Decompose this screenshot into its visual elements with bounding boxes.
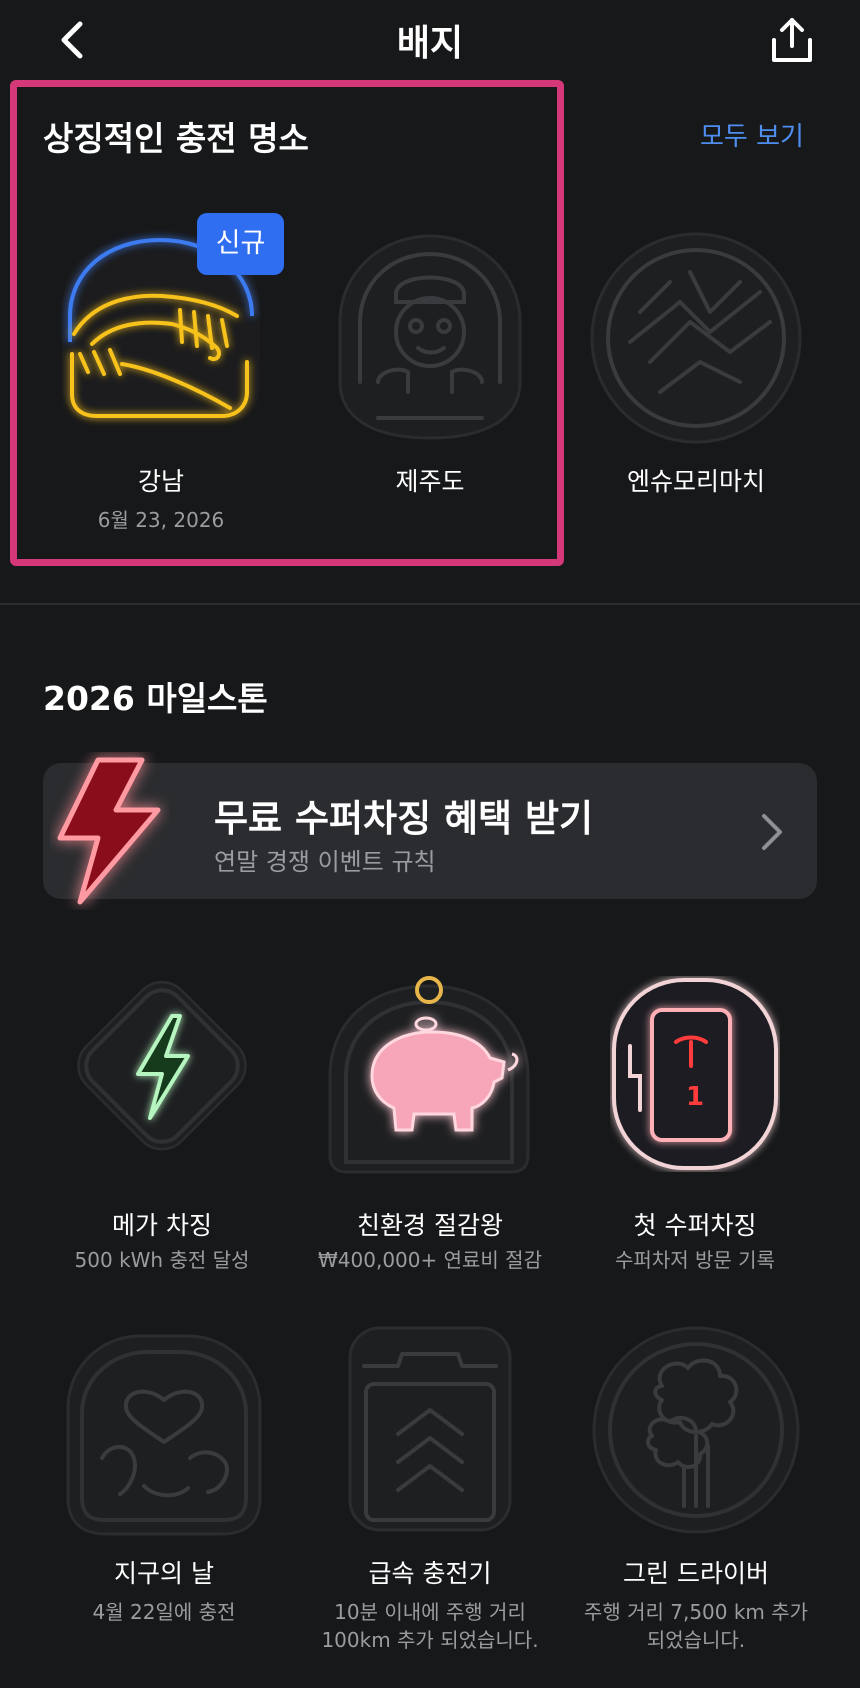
badge-label: 지구의 날 bbox=[114, 1559, 214, 1588]
piggy-bank-icon bbox=[328, 976, 530, 1174]
badge-label: 친환경 절감왕 bbox=[357, 1211, 503, 1240]
badge-desc: 주행 거리 7,500 km 추가 되었습니다. bbox=[583, 1600, 809, 1652]
badge-desc: 10분 이내에 주행 거리 100km 추가 되었습니다. bbox=[321, 1600, 539, 1652]
paper-crane-icon bbox=[590, 232, 802, 444]
badge-desc: 수퍼차저 방문 기록 bbox=[615, 1248, 775, 1272]
badge-label: 첫 수퍼차징 bbox=[633, 1211, 757, 1240]
promo-title: 무료 수퍼차징 혜택 받기 bbox=[214, 797, 594, 840]
milestones-section-title: 2026 마일스톤 bbox=[43, 679, 268, 718]
page-title: 배지 bbox=[396, 23, 464, 64]
dol-hareubang-icon bbox=[338, 234, 522, 440]
badge-label: 제주도 bbox=[395, 467, 465, 496]
badge-eco-saver[interactable] bbox=[322, 966, 536, 1176]
badge-jeju[interactable] bbox=[338, 232, 522, 442]
badge-first-supercharging[interactable]: 1 bbox=[610, 976, 780, 1172]
badge-number: 1 bbox=[685, 1082, 705, 1112]
supercharger-icon bbox=[612, 978, 778, 1170]
badge-fast-charger[interactable] bbox=[346, 1324, 514, 1534]
chevron-right-icon bbox=[762, 814, 782, 850]
promo-subtitle: 연말 경쟁 이벤트 규칙 bbox=[214, 848, 436, 876]
lightning-icon bbox=[57, 757, 161, 905]
badge-desc: 4월 22일에 충전 bbox=[92, 1600, 236, 1624]
badge-desc: 500 kWh 충전 달성 bbox=[74, 1248, 250, 1272]
share-icon[interactable] bbox=[770, 16, 814, 66]
iconic-section-title: 상징적인 충전 명소 bbox=[43, 119, 309, 158]
green-bolt-icon bbox=[77, 980, 247, 1151]
see-all-link[interactable]: 모두 보기 bbox=[700, 116, 804, 153]
new-badge: 신규 bbox=[197, 213, 284, 275]
badge-label: 엔슈모리마치 bbox=[626, 467, 765, 496]
badge-earth-day[interactable] bbox=[60, 1328, 268, 1538]
badge-desc: ₩400,000+ 연료비 절감 bbox=[318, 1248, 542, 1272]
badge-green-driver[interactable] bbox=[592, 1326, 800, 1534]
badge-enshu[interactable] bbox=[590, 232, 802, 444]
badge-label: 강남 bbox=[137, 467, 184, 496]
badge-label: 급속 충전기 bbox=[368, 1559, 492, 1588]
badge-label: 그린 드라이버 bbox=[623, 1559, 769, 1588]
badge-mega-charging[interactable] bbox=[62, 966, 262, 1166]
badge-date: 6월 23, 2026 bbox=[97, 508, 225, 532]
tree-icon bbox=[592, 1326, 800, 1534]
section-divider bbox=[0, 603, 860, 605]
earth-heart-icon bbox=[66, 1334, 262, 1536]
fast-charge-chevrons-icon bbox=[348, 1326, 512, 1532]
badge-label: 메가 차징 bbox=[112, 1211, 212, 1240]
